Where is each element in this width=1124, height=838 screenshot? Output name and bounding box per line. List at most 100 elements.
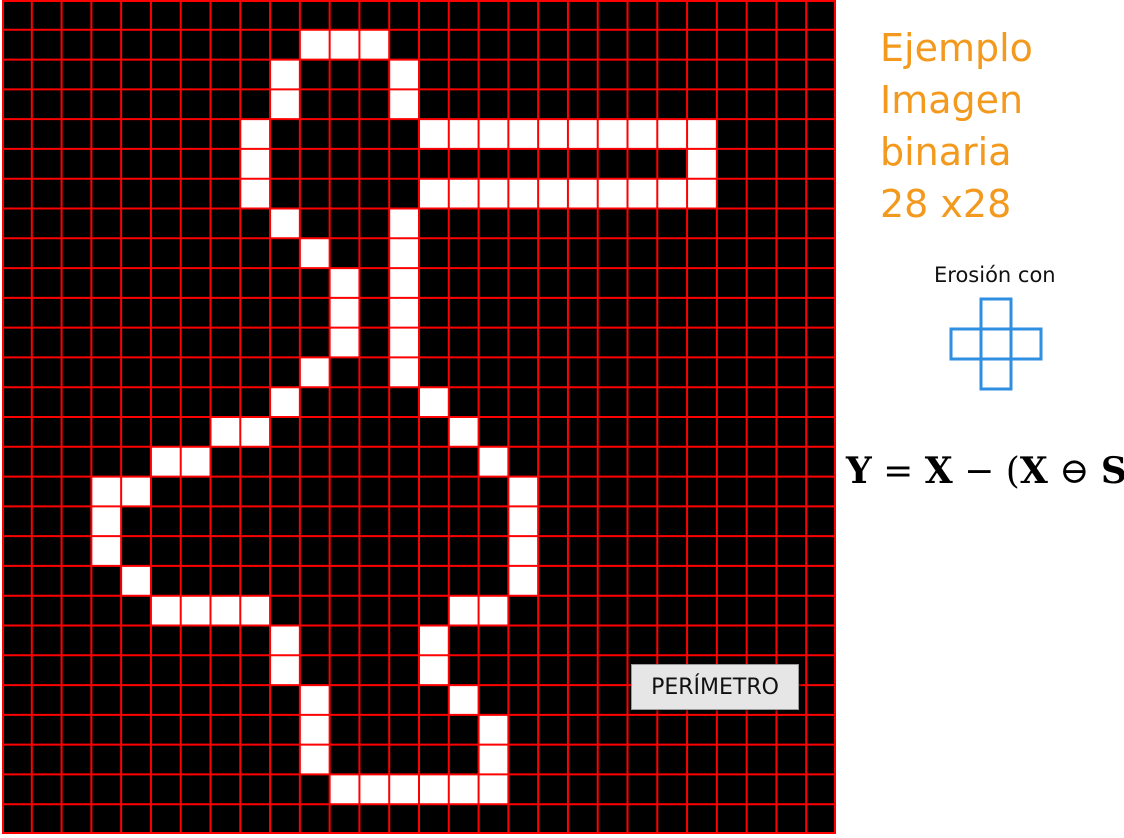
title-line: binaria — [880, 130, 1012, 174]
formula-open-paren: ( — [1005, 451, 1020, 492]
white-pixel — [389, 297, 419, 328]
white-pixel — [538, 119, 568, 149]
white-pixel — [329, 297, 360, 328]
white-pixel — [329, 774, 360, 805]
white-pixel — [240, 417, 271, 447]
white-pixel — [359, 774, 390, 805]
white-pixel — [180, 595, 211, 626]
white-pixel — [508, 565, 539, 596]
white-pixel — [210, 417, 241, 447]
white-pixel — [91, 536, 122, 566]
white-pixel — [419, 774, 449, 805]
white-pixel — [240, 119, 271, 149]
white-pixel — [419, 655, 449, 686]
white-pixel — [478, 446, 509, 477]
white-pixel — [389, 268, 419, 298]
white-pixel — [478, 119, 509, 149]
structuring-element-cell — [979, 327, 1013, 361]
white-pixel — [240, 595, 271, 626]
white-pixel — [657, 119, 688, 149]
white-pixel — [389, 774, 419, 805]
white-pixel — [270, 655, 300, 686]
white-pixel — [538, 178, 568, 209]
title: Ejemplo Imagen binaria 28 x28 — [880, 22, 1120, 230]
white-pixel — [299, 357, 330, 388]
structuring-element-cell — [1009, 327, 1043, 361]
white-pixel — [150, 446, 181, 477]
white-pixel — [567, 119, 598, 149]
white-pixel — [389, 208, 419, 239]
title-line: 28 x28 — [880, 182, 1012, 226]
white-pixel — [508, 536, 539, 566]
white-pixel — [687, 178, 717, 209]
white-pixel — [687, 148, 717, 179]
white-pixel — [597, 119, 628, 149]
white-pixel — [389, 59, 419, 90]
white-pixel — [121, 565, 151, 596]
white-pixel — [270, 208, 300, 239]
white-pixel — [448, 595, 479, 626]
white-pixel — [478, 178, 509, 209]
white-pixel — [478, 774, 509, 805]
structuring-element-cell — [979, 297, 1013, 331]
perimeter-button[interactable]: PERÍMETRO — [631, 664, 799, 710]
white-pixel — [419, 625, 449, 656]
white-pixel — [448, 119, 479, 149]
white-pixel — [299, 238, 330, 269]
structuring-element-cell — [979, 357, 1013, 391]
white-pixel — [299, 744, 330, 775]
white-pixel — [627, 178, 658, 209]
white-pixel — [180, 446, 211, 477]
white-pixel — [389, 357, 419, 388]
white-pixel — [270, 89, 300, 120]
white-pixel — [657, 178, 688, 209]
white-pixel — [687, 119, 717, 149]
formula-x: X — [924, 450, 953, 492]
formula-erosion-operator: ⊖ — [1059, 451, 1090, 492]
formula-x-inner: X — [1019, 450, 1048, 492]
white-pixel — [299, 29, 330, 60]
structuring-element-cross-icon — [949, 297, 1043, 391]
white-pixel — [508, 476, 539, 507]
white-pixel — [240, 148, 271, 179]
white-pixel — [210, 595, 241, 626]
white-pixel — [329, 327, 360, 358]
white-pixel — [448, 417, 479, 447]
formula: Y = X − (X ⊖ S) — [846, 450, 1124, 492]
formula-minus: − — [964, 451, 995, 492]
white-pixel — [508, 178, 539, 209]
white-pixel — [270, 387, 300, 417]
white-pixel — [508, 506, 539, 537]
white-pixel — [419, 119, 449, 149]
white-pixel — [389, 327, 419, 358]
white-pixel — [240, 178, 271, 209]
formula-equals: = — [883, 451, 914, 492]
white-pixel — [478, 744, 509, 775]
white-pixel — [478, 595, 509, 626]
white-pixel — [389, 238, 419, 269]
formula-y: Y — [846, 450, 872, 492]
structuring-element-cell — [949, 327, 983, 361]
white-pixel — [91, 506, 122, 537]
white-pixel — [91, 476, 122, 507]
white-pixel — [448, 774, 479, 805]
white-pixel — [448, 685, 479, 715]
white-pixel — [419, 178, 449, 209]
white-pixel — [329, 29, 360, 60]
white-pixel — [121, 476, 151, 507]
white-pixel — [329, 268, 360, 298]
formula-s: S — [1100, 450, 1124, 492]
title-line: Imagen — [880, 78, 1024, 122]
erosion-label: Erosión con — [934, 263, 1056, 287]
white-pixel — [508, 119, 539, 149]
white-pixel — [389, 89, 419, 120]
white-pixel — [270, 59, 300, 90]
title-line: Ejemplo — [880, 26, 1033, 70]
white-pixel — [150, 595, 181, 626]
white-pixel — [299, 714, 330, 745]
white-pixel — [567, 178, 598, 209]
white-pixel — [448, 178, 479, 209]
white-pixel — [627, 119, 658, 149]
white-pixel — [359, 29, 390, 60]
white-pixel — [478, 714, 509, 745]
